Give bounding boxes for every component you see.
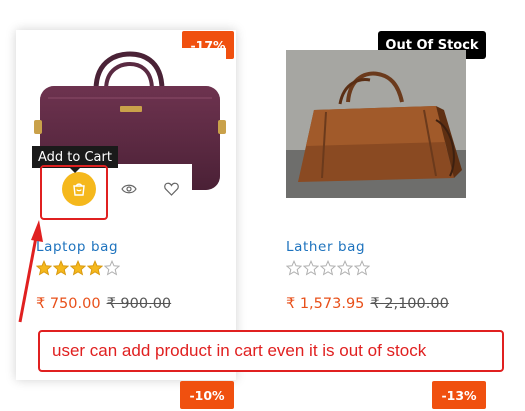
star-icon: [286, 260, 302, 276]
star-icon: [104, 260, 120, 276]
wishlist-button[interactable]: [162, 180, 180, 198]
star-icon: [87, 260, 103, 276]
discount-badge: -10%: [180, 381, 234, 409]
heart-icon: [163, 182, 179, 196]
rating-stars: [36, 260, 120, 276]
current-price: ₹ 750.00: [36, 296, 101, 312]
old-price: ₹ 900.00: [106, 296, 172, 312]
lather-bag-image[interactable]: [286, 50, 466, 198]
current-price: ₹ 1,573.95: [286, 296, 365, 312]
annotation-note: user can add product in cart even it is …: [38, 330, 504, 372]
quick-view-button[interactable]: [120, 180, 138, 198]
product-name-link[interactable]: Laptop bag: [36, 239, 118, 255]
star-icon: [337, 260, 353, 276]
annotation-highlight-box: [40, 165, 108, 220]
product-name-link[interactable]: Lather bag: [286, 239, 365, 255]
star-icon: [303, 260, 319, 276]
discount-badge: -13%: [432, 381, 486, 409]
product-price: ₹ 1,573.95 ₹ 2,100.00: [286, 296, 449, 312]
eye-icon: [121, 184, 137, 194]
star-icon: [53, 260, 69, 276]
star-icon: [354, 260, 370, 276]
star-icon: [320, 260, 336, 276]
star-icon: [70, 260, 86, 276]
annotation-text: user can add product in cart even it is …: [52, 341, 427, 360]
rating-stars: [286, 260, 370, 276]
product-price: ₹ 750.00 ₹ 900.00: [36, 296, 171, 312]
star-icon: [36, 260, 52, 276]
old-price: ₹ 2,100.00: [370, 296, 449, 312]
